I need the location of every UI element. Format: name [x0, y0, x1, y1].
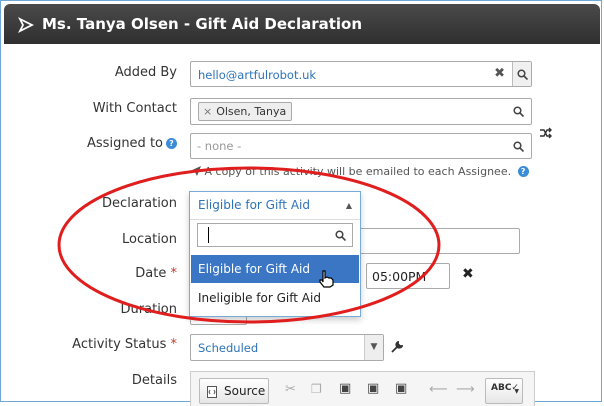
declaration-dropdown[interactable]: Eligible for Gift Aid ▲ Eligible for Gif…	[189, 191, 361, 317]
chevron-down-icon[interactable]: ▼	[364, 335, 383, 360]
cut-icon[interactable]: ✂	[285, 382, 296, 397]
dialog-title: Ms. Tanya Olsen - Gift Aid Declaration	[42, 15, 363, 33]
paste-icon[interactable]: ▣	[339, 381, 351, 396]
time-value: 05:00PM	[372, 269, 427, 284]
declaration-select[interactable]: Eligible for Gift Aid ▲	[190, 192, 360, 220]
assigned-to-field[interactable]: - none -	[190, 133, 532, 159]
activity-status-select[interactable]: Scheduled ▼	[190, 334, 384, 361]
swap-icon[interactable]	[539, 127, 552, 139]
declaration-label: Declaration	[102, 196, 177, 211]
activity-status-value: Scheduled	[198, 341, 259, 355]
undo-icon[interactable]: ⟵	[429, 382, 448, 397]
contact-tag-label: Olsen, Tanya	[216, 105, 287, 118]
added-by-value: hello@artfulrobot.uk	[198, 68, 317, 82]
help-icon[interactable]: ?	[517, 166, 529, 177]
clear-date-icon[interactable]: ✖	[462, 266, 474, 282]
remove-tag-icon[interactable]: ×	[203, 105, 212, 118]
activity-icon	[18, 17, 34, 33]
assigned-to-label: Assigned to?	[87, 136, 177, 151]
spellcheck-button[interactable]: ABC✓ ▼	[485, 378, 523, 404]
paste-text-icon[interactable]: ▣	[367, 381, 379, 396]
search-icon	[335, 230, 346, 241]
clear-icon[interactable]: ✖	[494, 66, 505, 81]
copy-icon[interactable]: ❐	[311, 382, 322, 396]
source-button[interactable]: Source	[199, 378, 269, 404]
declaration-selected-value: Eligible for Gift Aid	[198, 198, 310, 212]
source-icon	[207, 386, 217, 398]
paste-word-icon[interactable]: ▣	[395, 381, 407, 396]
date-label-text: Date	[135, 266, 167, 281]
search-button[interactable]	[512, 62, 531, 86]
chevron-up-icon: ▲	[345, 201, 352, 210]
dropdown-search-input[interactable]	[197, 223, 353, 247]
redo-icon[interactable]: ⟶	[456, 382, 475, 397]
added-by-field[interactable]: hello@artfulrobot.uk ✖	[190, 61, 532, 87]
time-input[interactable]: 05:00PM	[366, 263, 450, 289]
location-input[interactable]	[358, 228, 520, 254]
contact-tag[interactable]: × Olsen, Tanya	[198, 102, 293, 121]
assignee-note: A copy of this activity will be emailed …	[190, 165, 529, 178]
search-icon	[516, 68, 528, 80]
option-ineligible[interactable]: Ineligible for Gift Aid	[191, 284, 359, 312]
with-contact-label: With Contact	[92, 101, 177, 116]
with-contact-field[interactable]: × Olsen, Tanya	[190, 98, 532, 125]
title-bar[interactable]: Ms. Tanya Olsen - Gift Aid Declaration	[4, 4, 600, 44]
send-icon	[190, 166, 201, 176]
search-icon	[513, 106, 524, 117]
details-label: Details	[131, 373, 177, 388]
date-label: Date *	[135, 266, 177, 281]
activity-status-text: Activity Status	[72, 337, 167, 352]
required-mark: *	[170, 266, 178, 281]
hand-cursor-icon	[319, 270, 334, 288]
dialog-frame: Ms. Tanya Olsen - Gift Aid Declaration A…	[0, 0, 602, 406]
location-label: Location	[122, 232, 177, 247]
required-mark: *	[170, 337, 178, 352]
search-icon	[513, 141, 524, 152]
assignee-note-text: A copy of this activity will be emailed …	[204, 165, 512, 178]
help-icon[interactable]: ?	[166, 138, 177, 149]
assigned-to-text: Assigned to	[87, 136, 163, 151]
assigned-to-placeholder: - none -	[197, 139, 242, 153]
activity-status-label: Activity Status *	[72, 337, 177, 352]
duration-label: Duration	[120, 302, 177, 317]
added-by-label: Added By	[114, 65, 177, 80]
wrench-icon[interactable]	[391, 341, 403, 353]
text-cursor	[208, 227, 209, 243]
chevron-down-icon: ▼	[514, 388, 519, 395]
source-label: Source	[224, 384, 266, 398]
